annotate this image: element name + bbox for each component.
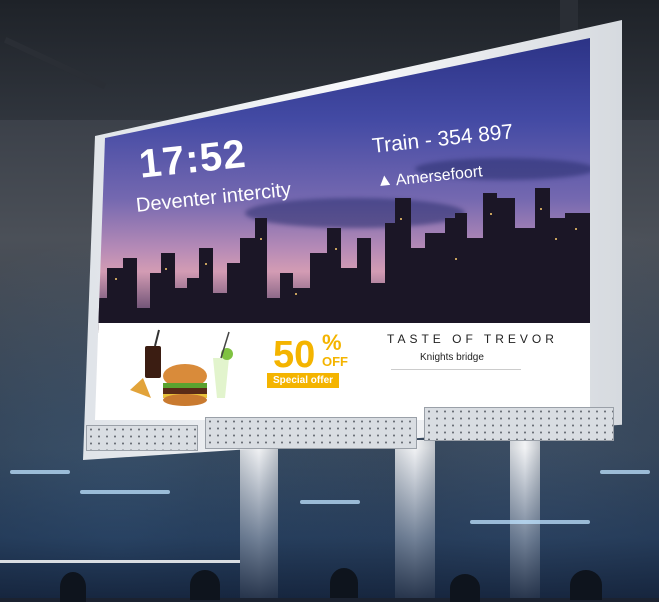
speaker-grill [424,407,614,441]
queue-rail [0,560,240,563]
ceiling-light [300,500,360,504]
burger-combo-icon [130,329,233,406]
brand-name: TASTE OF TREVOR [387,332,558,346]
crowd [190,570,220,600]
crowd [330,568,358,598]
brand-location: Knights bridge [420,352,484,363]
divider [391,369,521,370]
discount-value: 50 [273,334,316,376]
ceiling-light [10,470,70,474]
ceiling-light [470,520,590,524]
ceiling-light [80,490,170,494]
speaker-grill [205,417,417,449]
arrow-up-icon [379,174,391,186]
speaker-grill [86,425,198,451]
crowd [570,570,602,600]
ceiling-light [600,470,650,474]
off-label: OFF [322,354,348,369]
percent-sign: % [322,330,342,355]
special-offer-badge: Special offer [267,373,340,388]
